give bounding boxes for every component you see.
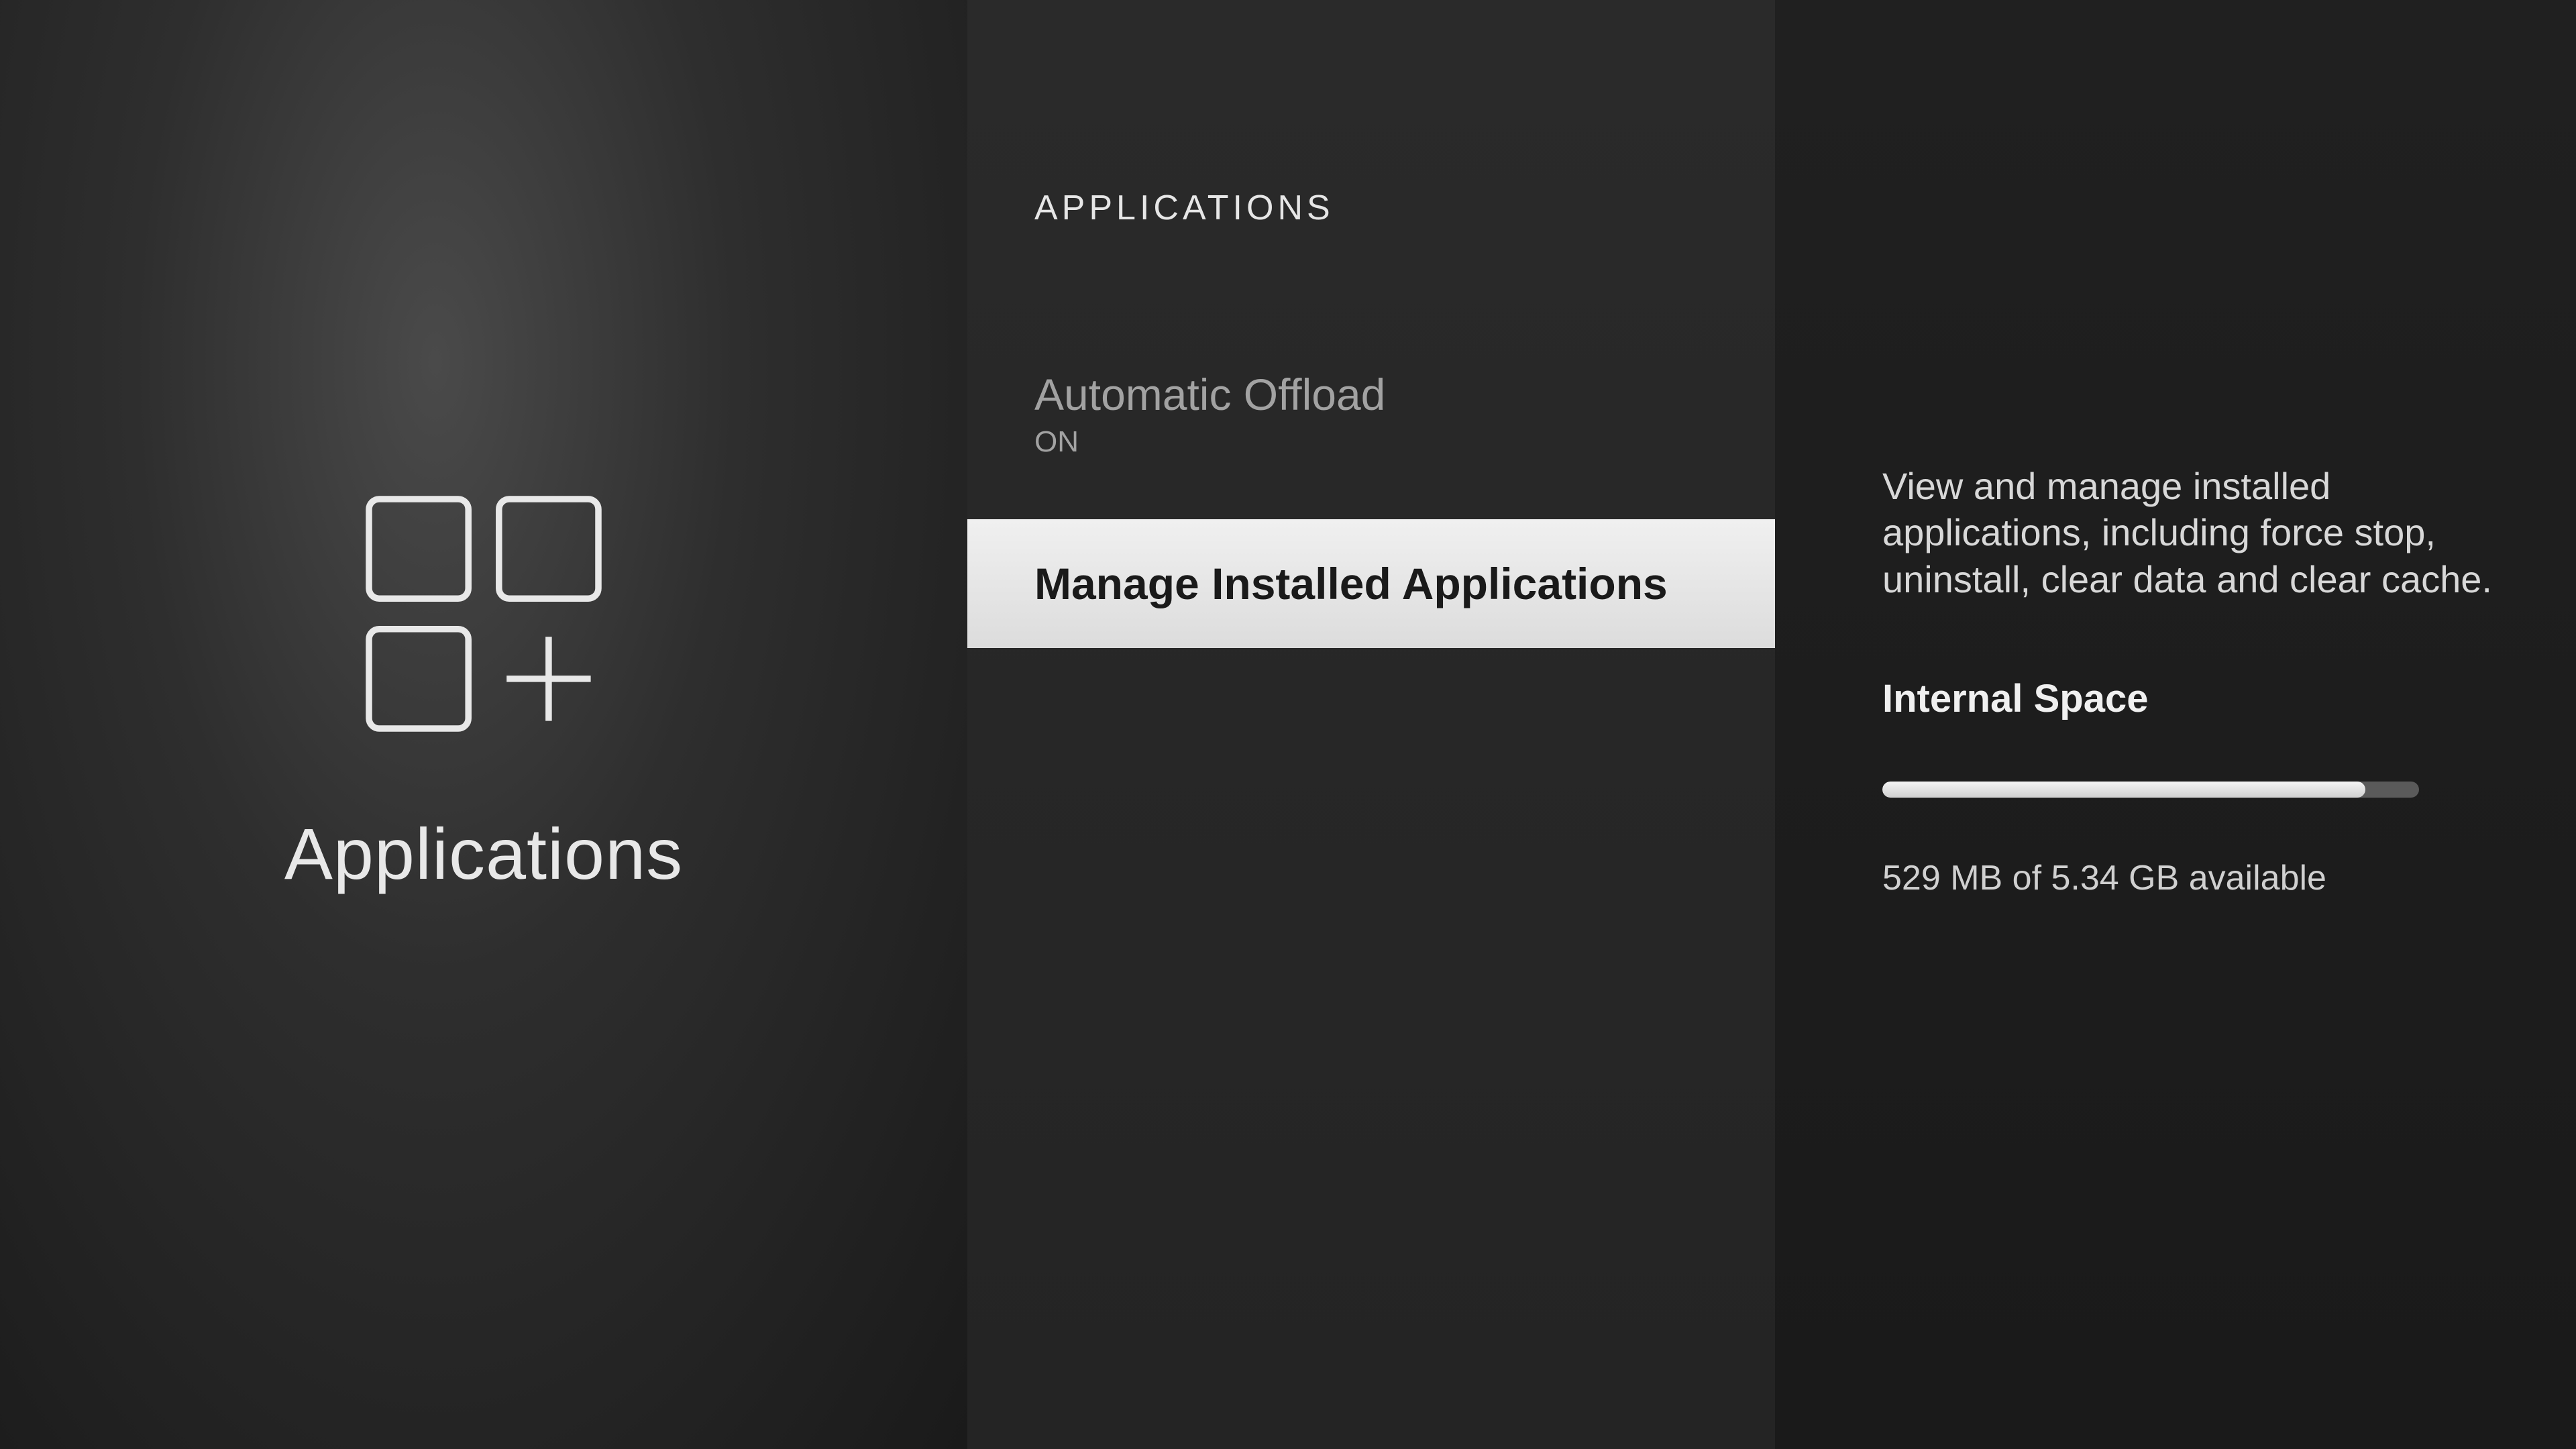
left-panel-title: Applications bbox=[284, 812, 683, 896]
storage-progress-fill bbox=[1882, 782, 2365, 798]
menu-item-subtitle: ON bbox=[1034, 425, 1775, 459]
menu-item-title: Manage Installed Applications bbox=[1034, 558, 1775, 609]
middle-panel: APPLICATIONS Automatic Offload ON Manage… bbox=[967, 0, 1775, 1449]
right-panel: View and manage installed applications, … bbox=[1775, 0, 2576, 1449]
applications-header: APPLICATIONS bbox=[1034, 188, 1775, 228]
storage-title: Internal Space bbox=[1882, 676, 2496, 721]
menu-item-automatic-offload[interactable]: Automatic Offload ON bbox=[967, 342, 1775, 486]
applications-icon bbox=[356, 486, 611, 745]
menu-item-title: Automatic Offload bbox=[1034, 369, 1775, 420]
menu-item-manage-installed-applications[interactable]: Manage Installed Applications bbox=[967, 519, 1775, 648]
storage-available-text: 529 MB of 5.34 GB available bbox=[1882, 858, 2496, 898]
left-panel: Applications bbox=[0, 0, 967, 1449]
storage-progress-bar bbox=[1882, 782, 2419, 798]
description-text: View and manage installed applications, … bbox=[1882, 463, 2496, 602]
